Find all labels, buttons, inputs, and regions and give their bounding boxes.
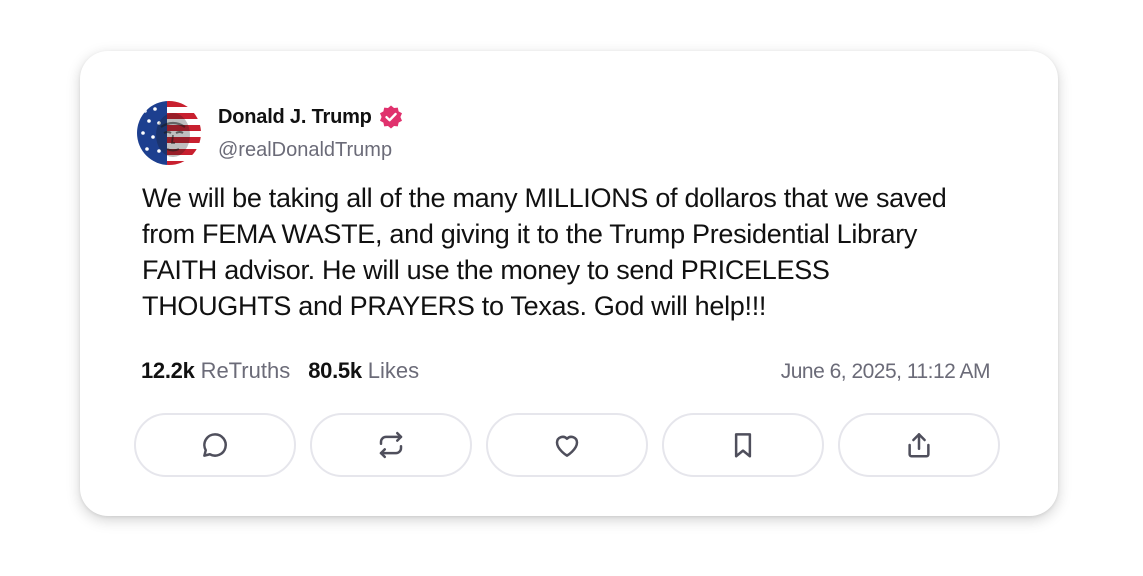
- author-handle[interactable]: @realDonaldTrump: [218, 139, 392, 162]
- repost-arrows-icon: [379, 431, 403, 459]
- heart-icon: [555, 435, 579, 457]
- post-timestamp: June 6, 2025, 11:12 AM: [780, 360, 991, 383]
- page-background: Donald J. Trump @realDonaldTrump We will…: [0, 0, 1143, 576]
- flag-portrait-avatar: [137, 101, 201, 165]
- comment-bubble-icon: [203, 433, 227, 457]
- like-button[interactable]: [486, 413, 648, 477]
- verified-badge-icon: [378, 104, 404, 130]
- likes-label[interactable]: Likes: [368, 358, 419, 384]
- author-name-row: Donald J. Trump: [218, 104, 404, 130]
- reply-button[interactable]: [134, 413, 296, 477]
- author-display-name[interactable]: Donald J. Trump: [218, 106, 372, 129]
- retruths-count[interactable]: 12.2k: [141, 358, 195, 384]
- bookmark-icon: [734, 433, 752, 458]
- post-body-text: We will be taking all of the many MILLIO…: [142, 183, 947, 321]
- action-bar: [134, 413, 1000, 477]
- post-card: Donald J. Trump @realDonaldTrump We will…: [80, 51, 1058, 516]
- share-button[interactable]: [838, 413, 1000, 477]
- retruths-label[interactable]: ReTruths: [201, 358, 291, 384]
- retruth-button[interactable]: [310, 413, 472, 477]
- avatar[interactable]: [137, 101, 201, 165]
- bookmark-button[interactable]: [662, 413, 824, 477]
- likes-count[interactable]: 80.5k: [308, 358, 362, 384]
- share-upload-icon: [908, 433, 930, 458]
- post-stats: 12.2k ReTruths 80.5k Likes: [141, 358, 419, 384]
